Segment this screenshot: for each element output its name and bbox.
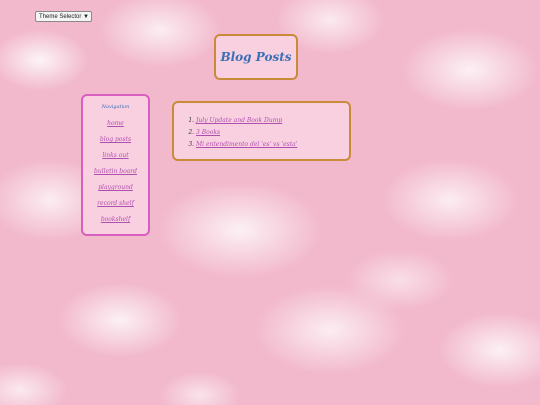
nav-link-bookshelf[interactable]: bookshelf [101,216,130,223]
list-item: July Update and Book Dump [196,115,349,127]
theme-selector-value: Theme Selector [39,13,82,20]
post-link[interactable]: July Update and Book Dump [196,117,282,124]
blog-posts-panel: July Update and Book Dump 3 Books Mi ent… [172,101,351,161]
navigation-heading: Navigation [101,104,130,110]
nav-link-links-out[interactable]: links out [102,152,128,159]
page-title-box: Blog Posts [214,34,298,80]
nav-link-record-shelf[interactable]: record shelf [97,200,134,207]
chevron-down-icon: ▼ [83,14,89,20]
nav-link-blog-posts[interactable]: blog posts [100,136,131,143]
nav-link-playground[interactable]: playground [98,184,133,191]
list-item: 3 Books [196,127,349,139]
page-title: Blog Posts [220,50,292,64]
post-link[interactable]: 3 Books [196,129,220,136]
nav-link-home[interactable]: home [107,120,124,127]
list-item: Mi entendimento del 'es' vs 'esta' [196,139,349,151]
post-link[interactable]: Mi entendimento del 'es' vs 'esta' [196,141,297,148]
nav-link-bulletin-board[interactable]: bulletin board [94,168,137,175]
blog-posts-list: July Update and Book Dump 3 Books Mi ent… [174,115,349,151]
navigation-panel: Navigation home blog posts links out bul… [81,94,150,236]
theme-selector-dropdown[interactable]: Theme Selector ▼ [35,11,92,22]
